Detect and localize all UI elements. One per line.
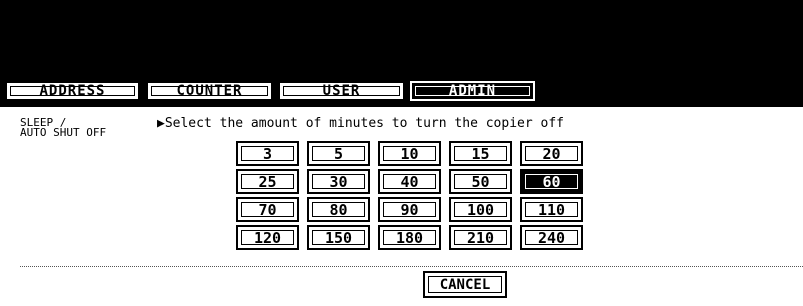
setting-title-line2: AUTO SHUT OFF <box>20 126 107 139</box>
instruction-prompt: ▶Select the amount of minutes to turn th… <box>157 116 564 131</box>
divider <box>20 266 803 267</box>
setting-title: SLEEP / AUTO SHUT OFF <box>20 117 107 139</box>
tab-bar: ADDRESS COUNTER USER ADMIN <box>0 81 803 107</box>
minutes-option-10[interactable]: 10 <box>378 141 441 166</box>
display-header-area <box>0 0 803 84</box>
minutes-option-70[interactable]: 70 <box>236 197 299 222</box>
minutes-option-3[interactable]: 3 <box>236 141 299 166</box>
sleep-auto-shutoff-panel: SLEEP / AUTO SHUT OFF ▶Select the amount… <box>0 107 803 306</box>
minutes-option-30[interactable]: 30 <box>307 169 370 194</box>
cancel-button[interactable]: CANCEL <box>423 271 507 298</box>
minutes-option-110[interactable]: 110 <box>520 197 583 222</box>
minutes-option-90[interactable]: 90 <box>378 197 441 222</box>
minutes-option-40[interactable]: 40 <box>378 169 441 194</box>
minutes-option-180[interactable]: 180 <box>378 225 441 250</box>
minutes-option-60[interactable]: 60 <box>520 169 583 194</box>
minutes-option-15[interactable]: 15 <box>449 141 512 166</box>
minutes-option-150[interactable]: 150 <box>307 225 370 250</box>
tab-admin[interactable]: ADMIN <box>410 81 535 101</box>
minutes-option-240[interactable]: 240 <box>520 225 583 250</box>
minutes-option-80[interactable]: 80 <box>307 197 370 222</box>
minutes-option-20[interactable]: 20 <box>520 141 583 166</box>
minutes-option-120[interactable]: 120 <box>236 225 299 250</box>
minutes-option-210[interactable]: 210 <box>449 225 512 250</box>
minutes-option-100[interactable]: 100 <box>449 197 512 222</box>
minutes-option-50[interactable]: 50 <box>449 169 512 194</box>
tab-user[interactable]: USER <box>278 81 405 101</box>
tab-counter[interactable]: COUNTER <box>146 81 273 101</box>
tab-address[interactable]: ADDRESS <box>5 81 140 101</box>
minutes-option-25[interactable]: 25 <box>236 169 299 194</box>
minutes-option-5[interactable]: 5 <box>307 141 370 166</box>
